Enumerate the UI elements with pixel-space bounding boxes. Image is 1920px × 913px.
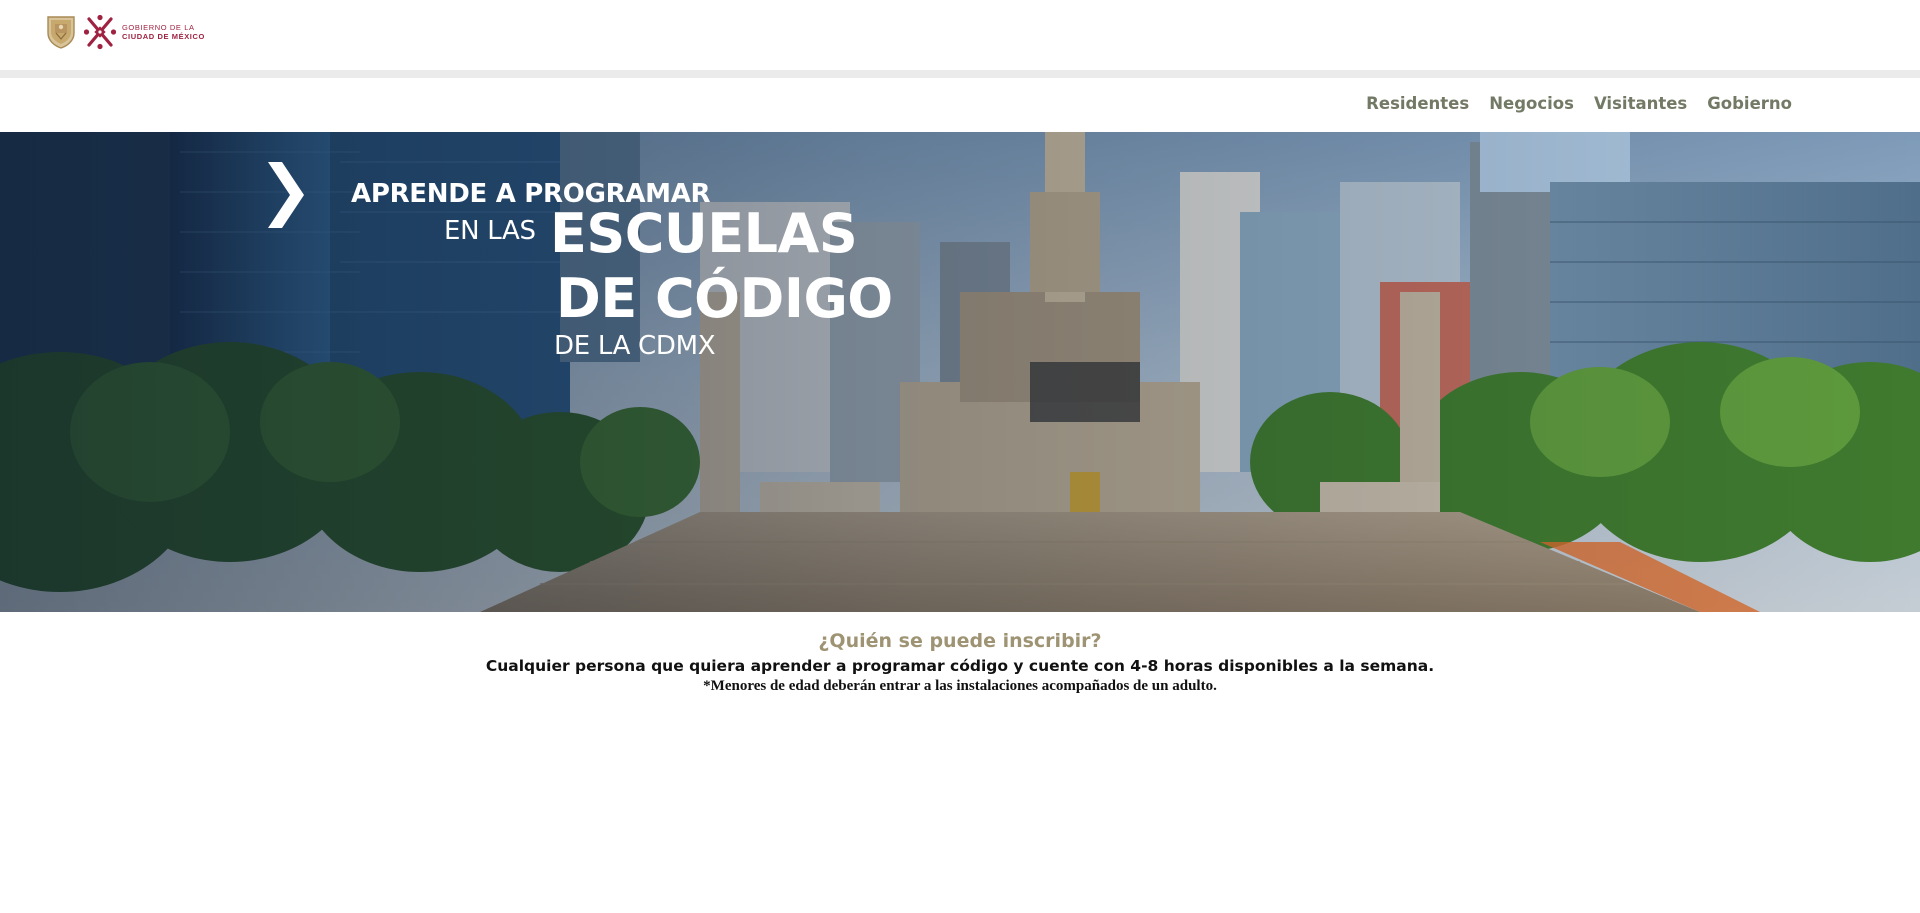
nav-visitantes[interactable]: Visitantes [1594, 94, 1687, 113]
hero-line-4: DE CÓDIGO [556, 267, 893, 330]
hero-line-2: EN LAS [444, 216, 536, 246]
enrollment-answer: Cualquier persona que quiera aprender a … [485, 657, 1435, 675]
main-nav: Residentes Negocios Visitantes Gobierno [0, 78, 1920, 132]
chevron-right-icon [268, 162, 304, 228]
minors-note: *Menores de edad deberán entrar a las in… [703, 678, 1217, 694]
hero-line-3: ESCUELAS [550, 202, 858, 265]
top-header: GOBIERNO DE LA CIUDAD DE MÉXICO [0, 0, 1920, 70]
logo-text: GOBIERNO DE LA CIUDAD DE MÉXICO [122, 23, 205, 41]
nav-residentes[interactable]: Residentes [1366, 94, 1469, 113]
hero-line-5: DE LA CDMX [554, 331, 716, 361]
enrollment-info: ¿Quién se puede inscribir? Cualquier per… [0, 626, 1920, 696]
cdmx-shield-icon [47, 16, 75, 49]
header-divider [0, 70, 1920, 78]
nav-negocios[interactable]: Negocios [1489, 94, 1574, 113]
logo-line-1: GOBIERNO DE LA [122, 23, 195, 32]
site-logo[interactable]: GOBIERNO DE LA CIUDAD DE MÉXICO [46, 12, 205, 52]
logo-line-2: CIUDAD DE MÉXICO [122, 32, 205, 41]
nav-gobierno[interactable]: Gobierno [1707, 94, 1792, 113]
nav-items: Residentes Negocios Visitantes Gobierno [1366, 94, 1792, 113]
enrollment-question: ¿Quién se puede inscribir? [818, 630, 1102, 652]
gobierno-cdmx-logo-icon [84, 14, 116, 50]
hero-banner: APRENDE A PROGRAMAR EN LAS ESCUELAS DE C… [0, 132, 1920, 612]
